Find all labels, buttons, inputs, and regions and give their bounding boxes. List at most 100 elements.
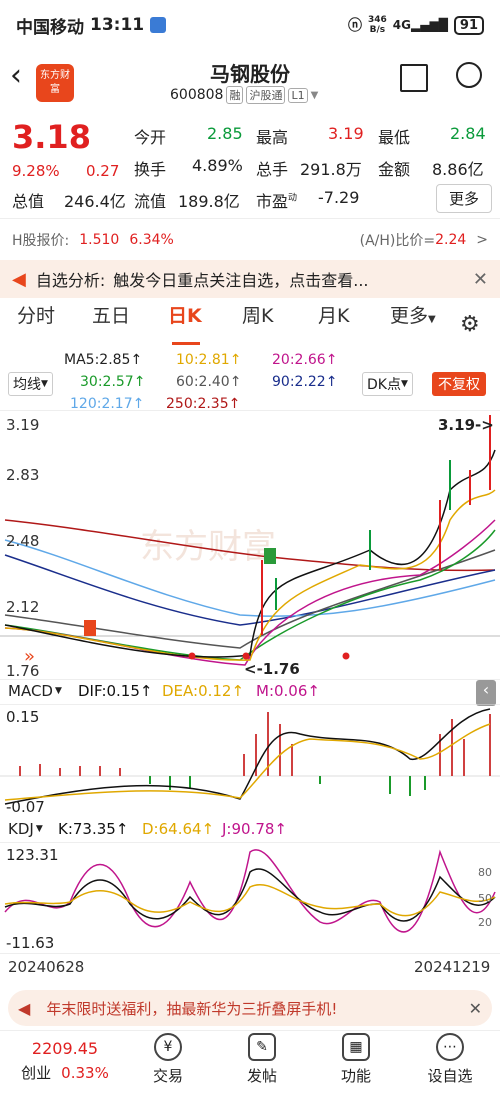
high-label: 最高 bbox=[256, 128, 289, 147]
kline-chart[interactable]: 东方财富 3.19 2.83 2.48 2.12 1.76 3.19-> <-1… bbox=[0, 409, 500, 681]
grid-icon: ▦ bbox=[342, 1033, 370, 1061]
kdj-50-label: 50 bbox=[478, 892, 492, 905]
float-value: 189.8亿 bbox=[178, 192, 240, 211]
ah-label: (A/H)比价= bbox=[359, 233, 436, 249]
float-label: 流值 bbox=[134, 192, 167, 211]
high-value: 3.19 bbox=[328, 124, 364, 143]
kdj-top-label: 123.31 bbox=[6, 846, 59, 864]
kdj-80-label: 80 bbox=[478, 866, 492, 879]
dropdown-icon[interactable]: ▼ bbox=[311, 90, 319, 101]
y-label-top: 3.19 bbox=[6, 416, 40, 434]
expand-arrows-icon[interactable]: » bbox=[24, 646, 35, 667]
index-name: 创业 bbox=[21, 1064, 52, 1082]
tab-more[interactable]: 更多▼ bbox=[390, 301, 436, 328]
collapse-panel-icon[interactable]: ‹ bbox=[476, 680, 496, 706]
ma10-label: 10:2.81↑ bbox=[176, 352, 242, 368]
gear-icon[interactable]: ⚙ bbox=[460, 312, 480, 337]
last-price: 3.18 bbox=[12, 118, 91, 156]
pe-value: -7.29 bbox=[318, 188, 360, 207]
low-value: 2.84 bbox=[450, 124, 486, 143]
adjust-button[interactable]: 不复权 bbox=[432, 372, 486, 396]
macd-bottom-label: -0.07 bbox=[6, 798, 45, 816]
low-label: 最低 bbox=[378, 128, 411, 147]
low-marker: <-1.76 bbox=[244, 660, 300, 678]
trade-icon: ¥ bbox=[154, 1033, 182, 1061]
open-value: 2.85 bbox=[207, 124, 243, 143]
notice-bar[interactable]: ◀ 自选分析: 触发今日重点关注自选，点击查看... ✕ bbox=[0, 260, 500, 298]
abs-change: 0.27 bbox=[86, 162, 120, 180]
more-dots-icon: ⋯ bbox=[436, 1033, 464, 1061]
pe-sup: 动 bbox=[288, 193, 298, 204]
notice-label: 自选分析: bbox=[35, 271, 106, 290]
pe-label: 市盈动 bbox=[256, 192, 298, 211]
kdj-selector[interactable]: KDJ ▼ bbox=[8, 820, 43, 838]
index-ticker[interactable]: 2209.45 创业 0.33% bbox=[0, 1037, 130, 1083]
carrier: 中国移动 bbox=[16, 17, 84, 38]
macd-chart: 0.15 -0.07 bbox=[0, 703, 500, 816]
close-icon[interactable]: ✕ bbox=[473, 269, 488, 290]
search-icon[interactable] bbox=[456, 62, 482, 88]
tab-fenshi[interactable]: 分时 bbox=[17, 301, 55, 328]
high-marker: 3.19-> bbox=[438, 416, 494, 434]
pct-change: 9.28% bbox=[12, 162, 60, 180]
network-speed: 346 B/s bbox=[367, 15, 387, 35]
caret-down-icon: ▼ bbox=[54, 686, 62, 696]
ma60-label: 60:2.40↑ bbox=[176, 374, 242, 390]
hgt-chip: 沪股通 bbox=[246, 86, 286, 104]
megaphone-icon: ◀ bbox=[18, 998, 31, 1018]
index-pct: 0.33% bbox=[61, 1063, 109, 1082]
edit-icon: ✎ bbox=[248, 1033, 276, 1061]
date-end: 20241219 bbox=[414, 958, 491, 976]
macd-m: M:0.06↑ bbox=[256, 682, 320, 700]
kdj-k: K:73.35↑ bbox=[58, 820, 129, 838]
divider bbox=[0, 218, 500, 219]
nav-post[interactable]: ✎ 发帖 bbox=[212, 1033, 312, 1086]
volume-label: 总手 bbox=[256, 160, 289, 179]
dk-selector[interactable]: DK点 ▼ bbox=[362, 372, 413, 396]
status-bar: 中国移动 13:11 ⓝ 346 B/s 4G▂▄▆█ 91 bbox=[0, 0, 500, 50]
y-label-3: 2.48 bbox=[6, 532, 40, 550]
tab-monthly-k[interactable]: 月K bbox=[318, 301, 349, 328]
tab-weekly-k[interactable]: 周K bbox=[242, 301, 273, 328]
y-label-2: 2.83 bbox=[6, 466, 40, 484]
tab-daily-k[interactable]: 日K bbox=[168, 301, 202, 328]
hshare-price: 1.510 bbox=[79, 232, 120, 248]
promo-banner[interactable]: ◀ 年末限时送福利，抽最新华为三折叠屏手机! ✕ bbox=[8, 990, 492, 1026]
nav-settings[interactable]: ⋯ 设自选 bbox=[400, 1033, 500, 1086]
hshare-row[interactable]: H股报价: 1.510 6.34% (A/H)比价= 2.24 > bbox=[12, 230, 488, 250]
chevron-right-icon: > bbox=[476, 232, 488, 248]
kline-svg: 东方财富 bbox=[0, 409, 500, 681]
volume-value: 291.8万 bbox=[300, 160, 362, 179]
index-value: 2209.45 bbox=[31, 1039, 99, 1058]
macd-selector[interactable]: MACD ▼ bbox=[8, 682, 62, 700]
signal-icon: 4G▂▄▆█ bbox=[392, 18, 448, 32]
caret-down-icon: ▼ bbox=[35, 824, 43, 834]
date-start: 20240628 bbox=[8, 958, 85, 976]
nav-function[interactable]: ▦ 功能 bbox=[306, 1033, 406, 1086]
macd-top-label: 0.15 bbox=[6, 708, 40, 726]
kdj-bottom-label: -11.63 bbox=[6, 934, 55, 952]
ma-selector[interactable]: 均线 ▼ bbox=[8, 372, 53, 396]
l1-chip: L1 bbox=[288, 87, 308, 103]
kdj-j: J:90.78↑ bbox=[222, 820, 287, 838]
open-label: 今开 bbox=[134, 128, 167, 147]
ma30-label: 30:2.57↑ bbox=[80, 374, 146, 390]
close-icon[interactable]: ✕ bbox=[469, 999, 482, 1018]
share-icon[interactable] bbox=[400, 64, 428, 92]
mcap-value: 246.4亿 bbox=[64, 192, 126, 211]
nfc-icon: ⓝ bbox=[347, 18, 362, 34]
amount-value: 8.86亿 bbox=[432, 160, 484, 179]
app-notify-icon bbox=[150, 17, 167, 33]
macd-dif: DIF:0.15↑ bbox=[78, 682, 153, 700]
active-tab-underline bbox=[172, 342, 200, 345]
hshare-label: H股报价: bbox=[12, 233, 70, 249]
ma20-label: 20:2.66↑ bbox=[272, 352, 338, 368]
tab-wuri[interactable]: 五日 bbox=[92, 301, 130, 328]
kdj-20-label: 20 bbox=[478, 916, 492, 929]
ma90-label: 90:2.22↑ bbox=[272, 374, 338, 390]
caret-down-icon: ▼ bbox=[428, 313, 436, 325]
turnover-label: 换手 bbox=[134, 160, 167, 179]
more-quote-button[interactable]: 更多 bbox=[436, 184, 493, 213]
notice-text: 触发今日重点关注自选，点击查看... bbox=[113, 271, 369, 290]
nav-trade[interactable]: ¥ 交易 bbox=[118, 1033, 218, 1086]
